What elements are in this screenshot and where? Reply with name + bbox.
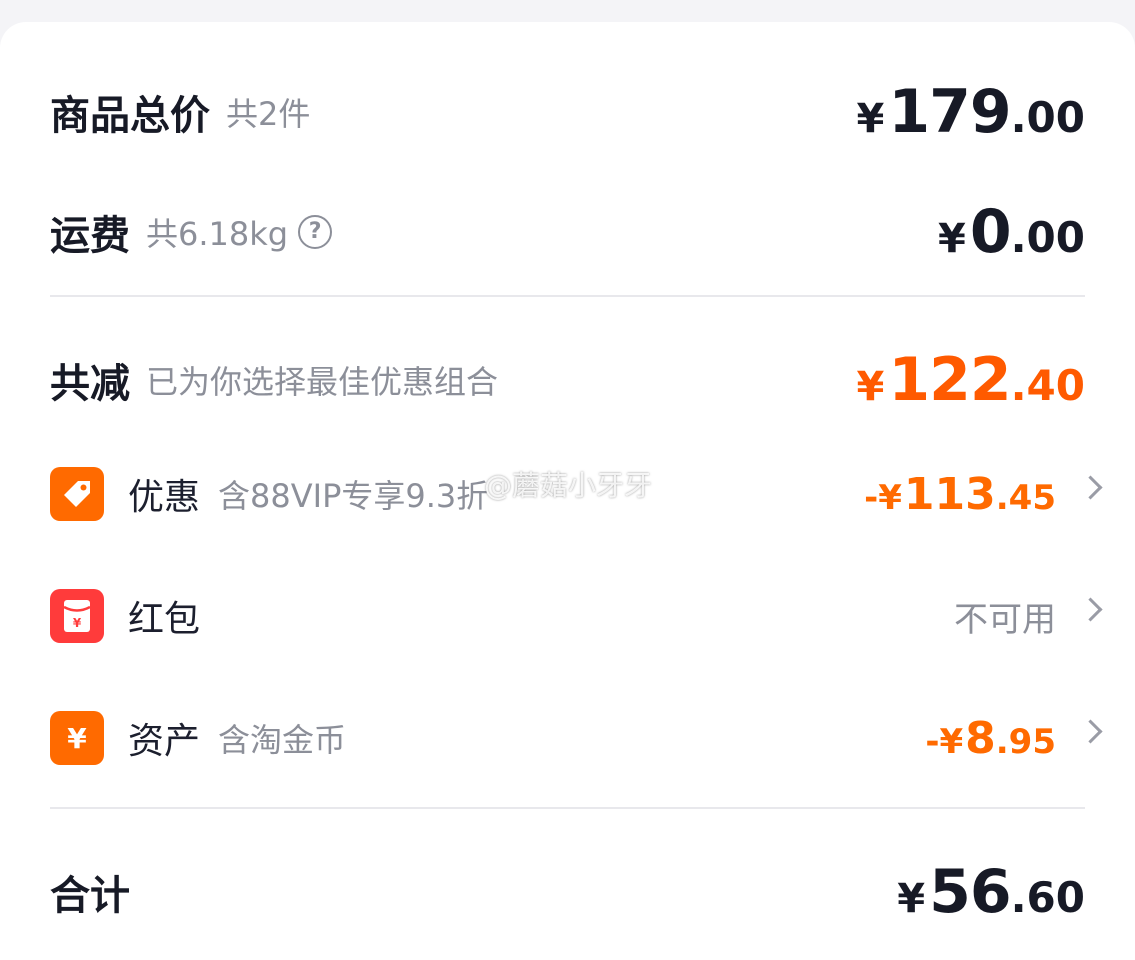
red-packet-row[interactable]: ¥ 红包 不可用: [50, 584, 1103, 648]
discount-total-price: ¥122.40: [856, 345, 1086, 415]
divider: [50, 295, 1085, 297]
assets-row[interactable]: ¥ 资产 含淘金币 -¥ 8.95: [50, 706, 1103, 770]
shipping-row: 运费 共6.18kg ? ¥0.00: [50, 194, 1085, 270]
coupon-note: 含88VIP专享9.3折: [218, 477, 489, 515]
divider: [50, 807, 1085, 809]
red-packet-status: 不可用: [954, 599, 1056, 640]
best-combo-note: 已为你选择最佳优惠组合: [146, 363, 499, 401]
chevron-right-icon: [1078, 718, 1103, 744]
goods-total-row: 商品总价 共2件 ¥179.00: [50, 74, 1085, 150]
assets-amount: -¥ 8.95: [925, 712, 1056, 764]
chevron-right-icon: [1078, 474, 1103, 500]
yuan-coin-icon: ¥: [50, 711, 104, 765]
svg-text:¥: ¥: [67, 722, 87, 755]
assets-label: 资产: [128, 721, 201, 762]
tag-icon: [50, 467, 104, 521]
goods-count-note: 共2件: [226, 95, 311, 133]
svg-text:¥: ¥: [73, 616, 82, 630]
coupon-amount: -¥ 113.45: [864, 468, 1056, 520]
shipping-price: ¥0.00: [938, 197, 1085, 267]
help-question-icon[interactable]: ?: [298, 215, 333, 249]
red-packet-icon: ¥: [50, 589, 104, 643]
coupon-label: 优惠: [128, 477, 201, 518]
grand-total-row: 合计 ¥56.60: [50, 854, 1085, 930]
goods-total-price: ¥179.00: [856, 77, 1086, 147]
shipping-label: 运费: [50, 213, 130, 259]
order-summary-card: 商品总价 共2件 ¥179.00 运费 共6.18kg ? ¥0.00 共减 已…: [0, 22, 1135, 960]
grand-total-price: ¥56.60: [897, 857, 1085, 927]
shipping-weight-note: 共6.18kg: [146, 215, 289, 253]
discount-total-row: 共减 已为你选择最佳优惠组合 ¥122.40: [50, 342, 1085, 418]
red-packet-label: 红包: [128, 599, 201, 640]
coupon-row[interactable]: 优惠 含88VIP专享9.3折 -¥ 113.45: [50, 462, 1103, 526]
goods-total-label: 商品总价: [50, 93, 210, 139]
chevron-right-icon: [1078, 596, 1103, 622]
assets-note: 含淘金币: [218, 721, 347, 759]
discount-total-label: 共减: [50, 361, 130, 407]
grand-total-label: 合计: [50, 873, 130, 919]
